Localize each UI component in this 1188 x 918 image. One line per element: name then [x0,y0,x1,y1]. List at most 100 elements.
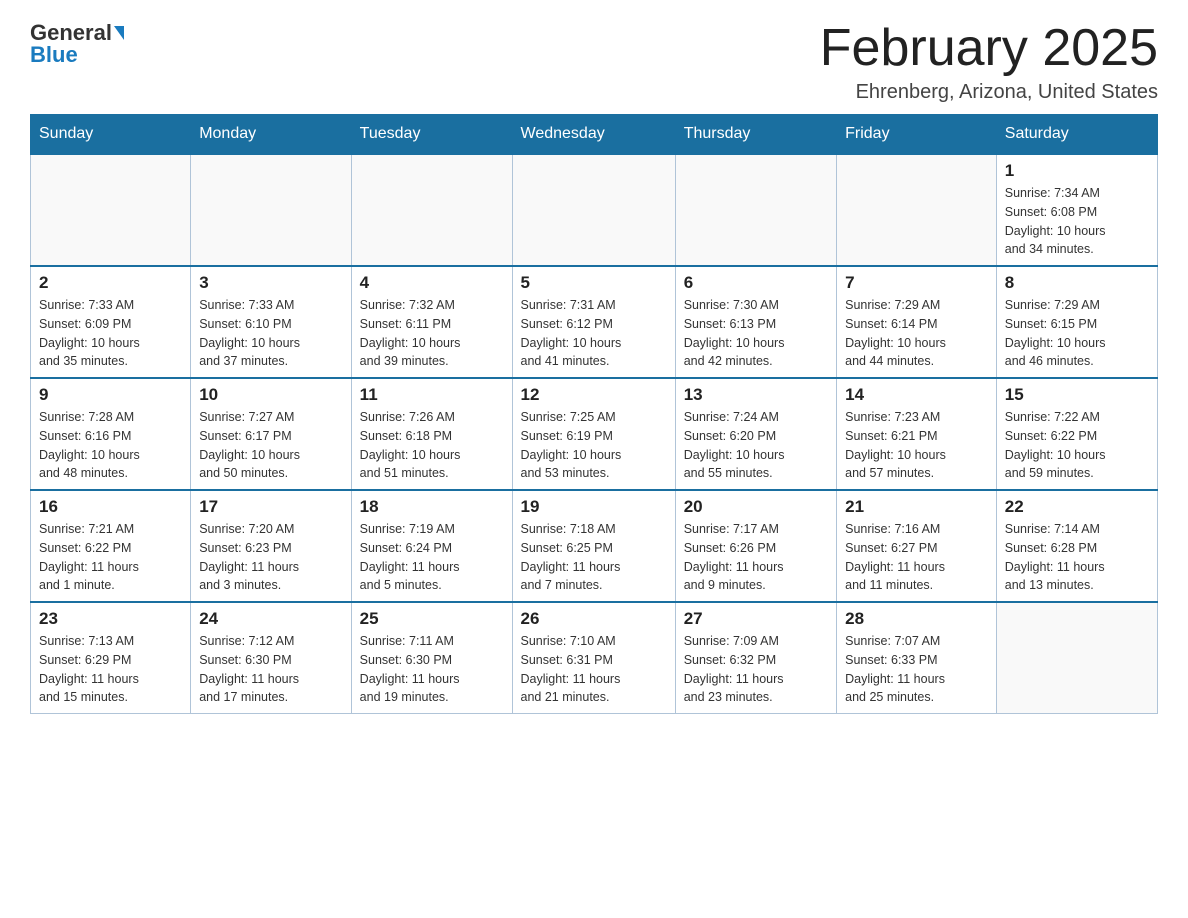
header-sunday: Sunday [31,115,191,155]
calendar-cell-w4-d2: 17 Sunrise: 7:20 AMSunset: 6:23 PMDayligh… [191,490,351,602]
day-info: Sunrise: 7:18 AMSunset: 6:25 PMDaylight:… [521,520,667,595]
day-info: Sunrise: 7:07 AMSunset: 6:33 PMDaylight:… [845,632,988,707]
calendar-cell-w3-d5: 13 Sunrise: 7:24 AMSunset: 6:20 PMDayligh… [675,378,836,490]
header-wednesday: Wednesday [512,115,675,155]
calendar-cell-w3-d1: 9Sunrise: 7:28 AMSunset: 6:16 PMDaylight… [31,378,191,490]
day-number: 20 [684,497,828,517]
day-info: Sunrise: 7:32 AMSunset: 6:11 PMDaylight:… [360,296,504,371]
day-number: 19 [521,497,667,517]
day-number: 14 [845,385,988,405]
day-info: Sunrise: 7:30 AMSunset: 6:13 PMDaylight:… [684,296,828,371]
logo-triangle-icon [114,26,124,40]
calendar-cell-w4-d5: 20 Sunrise: 7:17 AMSunset: 6:26 PMDayligh… [675,490,836,602]
calendar-cell-w4-d7: 22 Sunrise: 7:14 AMSunset: 6:28 PMDayligh… [996,490,1157,602]
day-number: 25 [360,609,504,629]
week-row-2: 2 Sunrise: 7:33 AMSunset: 6:09 PMDaylight… [31,266,1158,378]
week-row-4: 16 Sunrise: 7:21 AMSunset: 6:22 PMDayligh… [31,490,1158,602]
day-info: Sunrise: 7:19 AMSunset: 6:24 PMDaylight:… [360,520,504,595]
day-info: Sunrise: 7:16 AMSunset: 6:27 PMDaylight:… [845,520,988,595]
calendar-cell-w3-d7: 15 Sunrise: 7:22 AMSunset: 6:22 PMDayligh… [996,378,1157,490]
day-number: 7 [845,273,988,293]
calendar-cell-w2-d4: 5Sunrise: 7:31 AMSunset: 6:12 PMDaylight… [512,266,675,378]
calendar-header-row: Sunday Monday Tuesday Wednesday Thursday… [31,115,1158,155]
day-info: Sunrise: 7:29 AMSunset: 6:15 PMDaylight:… [1005,296,1149,371]
day-info: Sunrise: 7:24 AMSunset: 6:20 PMDaylight:… [684,408,828,483]
calendar-cell-w5-d7 [996,602,1157,714]
day-info: Sunrise: 7:28 AMSunset: 6:16 PMDaylight:… [39,408,182,483]
calendar-cell-w3-d2: 10 Sunrise: 7:27 AMSunset: 6:17 PMDayligh… [191,378,351,490]
day-number: 4 [360,273,504,293]
day-info: Sunrise: 7:23 AMSunset: 6:21 PMDaylight:… [845,408,988,483]
header-saturday: Saturday [996,115,1157,155]
day-number: 28 [845,609,988,629]
calendar-cell-w1-d4 [512,154,675,266]
day-info: Sunrise: 7:14 AMSunset: 6:28 PMDaylight:… [1005,520,1149,595]
month-title: February 2025 [820,20,1158,77]
day-number: 26 [521,609,667,629]
calendar-cell-w5-d4: 26 Sunrise: 7:10 AMSunset: 6:31 PMDayligh… [512,602,675,714]
calendar-cell-w2-d7: 8 Sunrise: 7:29 AMSunset: 6:15 PMDaylight… [996,266,1157,378]
header-friday: Friday [837,115,997,155]
calendar-cell-w2-d3: 4 Sunrise: 7:32 AMSunset: 6:11 PMDaylight… [351,266,512,378]
day-info: Sunrise: 7:10 AMSunset: 6:31 PMDaylight:… [521,632,667,707]
day-number: 18 [360,497,504,517]
day-info: Sunrise: 7:17 AMSunset: 6:26 PMDaylight:… [684,520,828,595]
day-number: 8 [1005,273,1149,293]
day-info: Sunrise: 7:21 AMSunset: 6:22 PMDaylight:… [39,520,182,595]
location: Ehrenberg, Arizona, United States [820,81,1158,104]
day-number: 1 [1005,161,1149,181]
calendar-cell-w1-d1 [31,154,191,266]
calendar-cell-w3-d4: 12Sunrise: 7:25 AMSunset: 6:19 PMDayligh… [512,378,675,490]
calendar-cell-w2-d2: 3 Sunrise: 7:33 AMSunset: 6:10 PMDaylight… [191,266,351,378]
calendar-cell-w3-d3: 11Sunrise: 7:26 AMSunset: 6:18 PMDayligh… [351,378,512,490]
day-info: Sunrise: 7:27 AMSunset: 6:17 PMDaylight:… [199,408,342,483]
day-info: Sunrise: 7:25 AMSunset: 6:19 PMDaylight:… [521,408,667,483]
day-number: 22 [1005,497,1149,517]
day-info: Sunrise: 7:12 AMSunset: 6:30 PMDaylight:… [199,632,342,707]
calendar-cell-w2-d5: 6 Sunrise: 7:30 AMSunset: 6:13 PMDaylight… [675,266,836,378]
week-row-1: 1Sunrise: 7:34 AMSunset: 6:08 PMDaylight… [31,154,1158,266]
week-row-5: 23 Sunrise: 7:13 AMSunset: 6:29 PMDayligh… [31,602,1158,714]
calendar-cell-w1-d3 [351,154,512,266]
calendar-cell-w4-d1: 16 Sunrise: 7:21 AMSunset: 6:22 PMDayligh… [31,490,191,602]
week-row-3: 9Sunrise: 7:28 AMSunset: 6:16 PMDaylight… [31,378,1158,490]
header-thursday: Thursday [675,115,836,155]
calendar-cell-w4-d4: 19 Sunrise: 7:18 AMSunset: 6:25 PMDayligh… [512,490,675,602]
calendar-cell-w4-d3: 18 Sunrise: 7:19 AMSunset: 6:24 PMDayligh… [351,490,512,602]
calendar-cell-w1-d6 [837,154,997,266]
calendar-cell-w5-d3: 25 Sunrise: 7:11 AMSunset: 6:30 PMDayligh… [351,602,512,714]
calendar-cell-w2-d6: 7Sunrise: 7:29 AMSunset: 6:14 PMDaylight… [837,266,997,378]
day-number: 5 [521,273,667,293]
day-number: 6 [684,273,828,293]
calendar-cell-w1-d2 [191,154,351,266]
day-number: 23 [39,609,182,629]
calendar-cell-w4-d6: 21 Sunrise: 7:16 AMSunset: 6:27 PMDayligh… [837,490,997,602]
day-info: Sunrise: 7:13 AMSunset: 6:29 PMDaylight:… [39,632,182,707]
day-number: 2 [39,273,182,293]
day-info: Sunrise: 7:33 AMSunset: 6:10 PMDaylight:… [199,296,342,371]
day-number: 16 [39,497,182,517]
day-number: 24 [199,609,342,629]
day-info: Sunrise: 7:09 AMSunset: 6:32 PMDaylight:… [684,632,828,707]
calendar-cell-w3-d6: 14 Sunrise: 7:23 AMSunset: 6:21 PMDayligh… [837,378,997,490]
day-number: 10 [199,385,342,405]
header-monday: Monday [191,115,351,155]
logo: General Blue [30,20,124,68]
day-number: 17 [199,497,342,517]
day-number: 27 [684,609,828,629]
day-info: Sunrise: 7:26 AMSunset: 6:18 PMDaylight:… [360,408,504,483]
logo-text-blue: Blue [30,42,78,68]
day-number: 3 [199,273,342,293]
calendar-table: Sunday Monday Tuesday Wednesday Thursday… [30,114,1158,714]
day-info: Sunrise: 7:22 AMSunset: 6:22 PMDaylight:… [1005,408,1149,483]
day-number: 13 [684,385,828,405]
day-info: Sunrise: 7:11 AMSunset: 6:30 PMDaylight:… [360,632,504,707]
calendar-cell-w5-d2: 24 Sunrise: 7:12 AMSunset: 6:30 PMDayligh… [191,602,351,714]
day-number: 15 [1005,385,1149,405]
day-info: Sunrise: 7:33 AMSunset: 6:09 PMDaylight:… [39,296,182,371]
header-tuesday: Tuesday [351,115,512,155]
day-info: Sunrise: 7:20 AMSunset: 6:23 PMDaylight:… [199,520,342,595]
day-number: 21 [845,497,988,517]
calendar-cell-w5-d6: 28 Sunrise: 7:07 AMSunset: 6:33 PMDayligh… [837,602,997,714]
calendar-cell-w1-d7: 1Sunrise: 7:34 AMSunset: 6:08 PMDaylight… [996,154,1157,266]
